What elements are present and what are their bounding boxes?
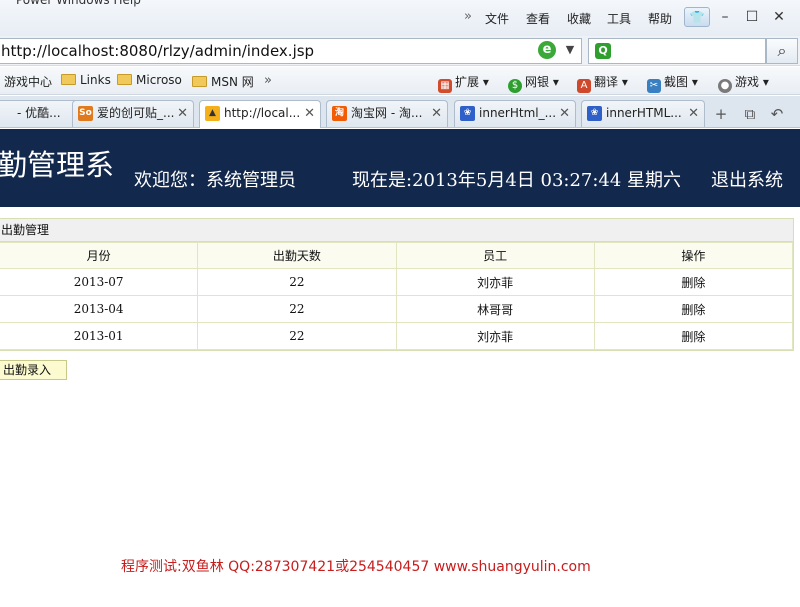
- cell-employee: 林哥哥: [395, 295, 595, 323]
- attendance-panel: 出勤管理 月份 出勤天数 员工 操作 2013-07 22 刘亦菲 删除 201…: [0, 218, 794, 351]
- menu-favorites[interactable]: 收藏: [567, 10, 591, 27]
- tab-bar: - 优酷... ✕ So 爱的创可贴_... ✕ ▲ http://local.…: [0, 96, 800, 128]
- translate-icon: A: [577, 79, 591, 93]
- page-header: 勤管理系 欢迎您：系统管理员 现在是:2013年5月4日 03:27:44 星期…: [0, 129, 800, 207]
- new-tab-icon[interactable]: +: [710, 104, 732, 124]
- menu-view[interactable]: 查看: [526, 10, 550, 27]
- panel-title: 出勤管理: [0, 219, 793, 242]
- ebank-icon: $: [508, 79, 522, 93]
- fav-links[interactable]: Links: [61, 73, 111, 87]
- menu-file[interactable]: 文件: [485, 10, 509, 27]
- cell-days: 22: [197, 295, 397, 323]
- ie-mode-icon[interactable]: e: [538, 41, 556, 59]
- search-input[interactable]: Q: [588, 38, 766, 64]
- attendance-table: 月份 出勤天数 员工 操作 2013-07 22 刘亦菲 删除 2013-04 …: [0, 242, 794, 350]
- url-input[interactable]: http://localhost:8080/rlzy/admin/index.j…: [0, 38, 582, 64]
- browser-titlebar: Power Windows Help » 文件 查看 收藏 工具 帮助 👕 – …: [0, 0, 800, 36]
- cell-month: 2013-07: [0, 268, 199, 296]
- tab-soku[interactable]: So 爱的创可贴_... ✕: [72, 100, 194, 127]
- welcome-text: 欢迎您：系统管理员: [134, 170, 296, 191]
- table-row: 2013-01 22 刘亦菲 删除: [0, 322, 794, 350]
- menu-tools[interactable]: 工具: [607, 10, 631, 27]
- tab-close-icon[interactable]: ✕: [688, 101, 699, 126]
- tool-translate[interactable]: A 翻译 ▾: [577, 73, 628, 93]
- baidu-paw-icon: ❀: [460, 106, 475, 121]
- tab-innerhtml-1[interactable]: ❀ innerHtml_... ✕: [454, 100, 576, 127]
- window-title-fragment: Power Windows Help: [16, 0, 141, 7]
- screenshot-icon: ✂: [647, 79, 661, 93]
- favorites-bar: 游戏中心 Links Microso MSN 网 » ▦ 扩展 ▾ $ 网银 ▾ A…: [0, 67, 800, 95]
- minimize-button[interactable]: –: [714, 7, 736, 27]
- cell-days: 22: [197, 322, 397, 350]
- games-icon: ●: [718, 79, 732, 93]
- tool-games[interactable]: ● 游戏 ▾: [718, 73, 769, 93]
- tool-extensions[interactable]: ▦ 扩展 ▾: [438, 73, 489, 93]
- tab-list-icon[interactable]: ⧉: [739, 104, 761, 124]
- search-icon[interactable]: ⌕: [766, 38, 798, 64]
- fav-game-center[interactable]: 游戏中心: [4, 73, 52, 90]
- table-row: 2013-07 22 刘亦菲 删除: [0, 268, 794, 296]
- table-header-row: 月份 出勤天数 员工 操作: [0, 242, 794, 269]
- menu-overflow-icon[interactable]: »: [464, 9, 472, 24]
- address-bar: http://localhost:8080/rlzy/admin/index.j…: [0, 36, 800, 66]
- tool-screenshot[interactable]: ✂ 截图 ▾: [647, 73, 698, 93]
- tab-close-icon[interactable]: ✕: [431, 101, 442, 126]
- folder-icon: [117, 74, 132, 85]
- cell-month: 2013-01: [0, 322, 199, 350]
- search-engine-icon[interactable]: Q: [595, 43, 611, 59]
- url-dropdown-icon[interactable]: ▼: [560, 40, 580, 60]
- column-header-action: 操作: [593, 242, 794, 269]
- skin-shirt-icon[interactable]: 👕: [684, 7, 710, 27]
- pma-icon: ▲: [205, 106, 220, 121]
- menu-help[interactable]: 帮助: [648, 10, 672, 27]
- tab-localhost[interactable]: ▲ http://local... ✕: [199, 100, 321, 128]
- current-datetime: 现在是:2013年5月4日 03:27:44 星期六: [352, 170, 682, 191]
- undo-close-tab-icon[interactable]: ↶: [766, 104, 788, 124]
- cell-month: 2013-04: [0, 295, 199, 323]
- maximize-button[interactable]: ☐: [741, 7, 763, 27]
- favorites-overflow-icon[interactable]: »: [264, 73, 272, 88]
- column-header-days: 出勤天数: [197, 242, 397, 269]
- baidu-paw-icon: ❀: [587, 106, 602, 121]
- extensions-icon: ▦: [438, 79, 452, 93]
- fav-msn[interactable]: MSN 网: [192, 73, 254, 90]
- tab-taobao[interactable]: 淘 淘宝网 - 淘... ✕: [326, 100, 448, 127]
- folder-icon: [192, 76, 207, 87]
- tab-innerhtml-2[interactable]: ❀ innerHTML... ✕: [581, 100, 705, 127]
- folder-icon: [61, 74, 76, 85]
- footer-credit: 程序测试:双鱼林 QQ:287307421或254540457 www.shua…: [121, 559, 591, 575]
- cell-employee: 刘亦菲: [395, 268, 595, 296]
- close-window-button[interactable]: ✕: [768, 7, 790, 27]
- soku-icon: So: [78, 106, 93, 121]
- taobao-icon: 淘: [332, 106, 347, 121]
- delete-link[interactable]: 删除: [593, 268, 794, 296]
- system-title: 勤管理系: [0, 148, 115, 182]
- delete-link[interactable]: 删除: [593, 295, 794, 323]
- tool-ebank[interactable]: $ 网银 ▾: [508, 73, 559, 93]
- cell-days: 22: [197, 268, 397, 296]
- tab-close-icon[interactable]: ✕: [559, 101, 570, 126]
- column-header-employee: 员工: [395, 242, 595, 269]
- cell-employee: 刘亦菲: [395, 322, 595, 350]
- delete-link[interactable]: 删除: [593, 322, 794, 350]
- column-header-month: 月份: [0, 242, 199, 269]
- tab-close-icon[interactable]: ✕: [304, 101, 315, 126]
- tab-close-icon[interactable]: ✕: [177, 101, 188, 126]
- logout-link[interactable]: 退出系统: [711, 166, 783, 192]
- table-row: 2013-04 22 林哥哥 删除: [0, 295, 794, 323]
- add-attendance-button[interactable]: 出勤录入: [0, 360, 67, 380]
- fav-microsoft[interactable]: Microso: [117, 73, 182, 87]
